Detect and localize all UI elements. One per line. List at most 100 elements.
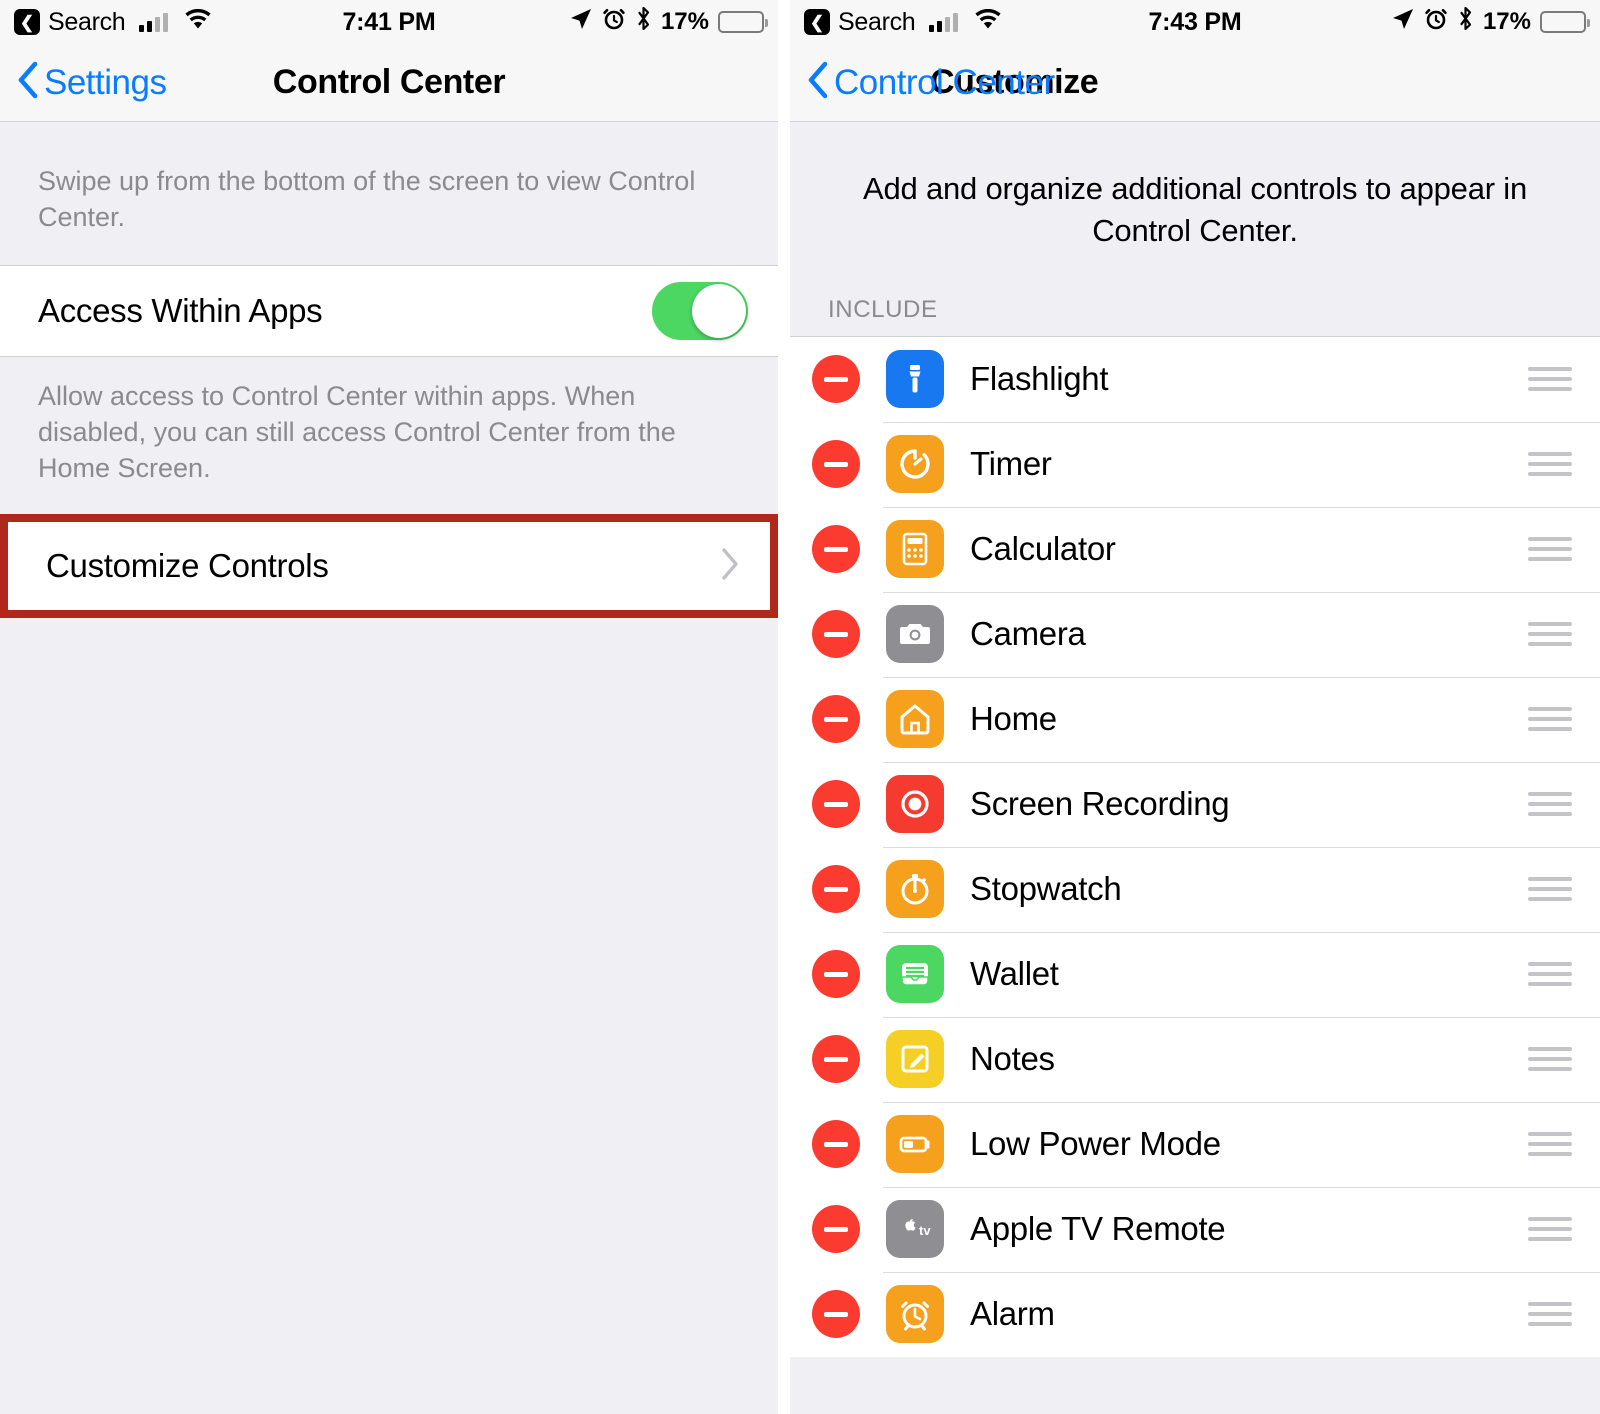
chevron-left-icon <box>806 61 828 104</box>
flashlight-icon <box>886 350 944 409</box>
battery-percent-label: 17% <box>1482 8 1531 35</box>
list-item-label: Camera <box>970 615 1086 653</box>
list-item-label: Alarm <box>970 1295 1055 1333</box>
access-within-apps-toggle[interactable] <box>652 282 748 341</box>
minus-circle-icon[interactable] <box>812 355 860 404</box>
minus-circle-icon[interactable] <box>812 1290 860 1339</box>
drag-handle-icon[interactable] <box>1528 707 1572 732</box>
customize-controls-highlight: Customize Controls <box>0 514 778 619</box>
back-chip-icon: ❮ <box>14 9 40 35</box>
cellular-signal-icon <box>929 12 959 32</box>
left-phone-screen: ❮ Search 7:41 PM 17% Settings Control Ce… <box>0 0 778 1414</box>
list-item[interactable]: tv Apple TV Remote <box>790 1186 1600 1272</box>
list-item-label: Calculator <box>970 530 1116 568</box>
drag-handle-icon[interactable] <box>1528 622 1572 647</box>
status-back-to-app[interactable]: ❮ Search <box>804 8 1002 37</box>
include-controls-list: Flashlight Timer Calculator Camera Home Scree… <box>790 335 1600 1357</box>
two-screenshot-comparison: ❮ Search 7:41 PM 17% Settings Control Ce… <box>0 0 1600 1414</box>
bluetooth-icon <box>635 6 652 38</box>
list-item-label: Timer <box>970 445 1052 483</box>
minus-circle-icon[interactable] <box>812 950 860 999</box>
drag-handle-icon[interactable] <box>1528 792 1572 817</box>
alarm-icon <box>886 1285 944 1344</box>
chevron-left-icon <box>16 61 38 104</box>
nav-back-settings[interactable]: Settings <box>16 61 167 104</box>
left-nav-bar: Settings Control Center <box>0 44 778 122</box>
minus-circle-icon[interactable] <box>812 695 860 744</box>
list-item-label: Screen Recording <box>970 785 1230 823</box>
low-power-mode-icon <box>886 1115 944 1174</box>
home-icon <box>886 690 944 749</box>
drag-handle-icon[interactable] <box>1528 367 1572 392</box>
customize-controls-label: Customize Controls <box>46 547 329 585</box>
minus-circle-icon[interactable] <box>812 780 860 829</box>
list-item[interactable]: Alarm <box>790 1271 1600 1357</box>
minus-circle-icon[interactable] <box>812 440 860 489</box>
apple-tv-remote-icon: tv <box>886 1200 944 1259</box>
list-item[interactable]: Camera <box>790 591 1600 677</box>
status-back-to-app[interactable]: ❮ Search <box>14 8 212 37</box>
list-item[interactable]: Wallet <box>790 931 1600 1017</box>
location-arrow-icon <box>1391 7 1415 38</box>
drag-handle-icon[interactable] <box>1528 877 1572 902</box>
right-nav-bar: Control Center Customize <box>790 44 1600 122</box>
svg-text:tv: tv <box>919 1223 931 1238</box>
location-arrow-icon <box>569 7 593 38</box>
back-chip-icon: ❮ <box>804 9 830 35</box>
battery-icon <box>1540 11 1590 33</box>
nav-back-label: Control Center <box>834 62 1055 102</box>
list-item[interactable]: Calculator <box>790 506 1600 592</box>
camera-icon <box>886 605 944 664</box>
list-item-label: Wallet <box>970 955 1059 993</box>
list-item[interactable]: Screen Recording <box>790 761 1600 847</box>
minus-circle-icon[interactable] <box>812 1035 860 1084</box>
right-status-bar: ❮ Search 7:43 PM 17% <box>790 0 1600 44</box>
drag-handle-icon[interactable] <box>1528 1217 1572 1242</box>
timer-icon <box>886 435 944 494</box>
wallet-icon <box>886 945 944 1004</box>
drag-handle-icon[interactable] <box>1528 962 1572 987</box>
notes-icon <box>886 1030 944 1089</box>
drag-handle-icon[interactable] <box>1528 537 1572 562</box>
bluetooth-icon <box>1457 6 1474 38</box>
access-within-apps-footnote: Allow access to Control Center within ap… <box>38 381 676 483</box>
minus-circle-icon[interactable] <box>812 865 860 914</box>
list-item[interactable]: Timer <box>790 421 1600 507</box>
panel-divider <box>778 0 790 1414</box>
control-center-help-text: Swipe up from the bottom of the screen t… <box>38 166 696 232</box>
list-item-label: Flashlight <box>970 360 1109 398</box>
access-within-apps-label: Access Within Apps <box>38 292 323 330</box>
access-within-apps-row[interactable]: Access Within Apps <box>0 265 778 358</box>
drag-handle-icon[interactable] <box>1528 1302 1572 1327</box>
cellular-signal-icon <box>139 12 169 32</box>
drag-handle-icon[interactable] <box>1528 1047 1572 1072</box>
screen-recording-icon <box>886 775 944 834</box>
include-section-header: INCLUDE <box>828 295 938 323</box>
list-item[interactable]: Home <box>790 676 1600 762</box>
stopwatch-icon <box>886 860 944 919</box>
toggle-knob <box>692 284 746 339</box>
chevron-right-icon <box>720 547 740 586</box>
minus-circle-icon[interactable] <box>812 525 860 574</box>
minus-circle-icon[interactable] <box>812 610 860 659</box>
list-item-label: Notes <box>970 1040 1055 1078</box>
customize-controls-row[interactable]: Customize Controls <box>8 522 770 611</box>
right-phone-screen: ❮ Search 7:43 PM 17% Control Center Cust… <box>790 0 1600 1414</box>
drag-handle-icon[interactable] <box>1528 452 1572 477</box>
minus-circle-icon[interactable] <box>812 1205 860 1254</box>
drag-handle-icon[interactable] <box>1528 1132 1572 1157</box>
wifi-icon <box>184 8 212 37</box>
nav-back-control-center[interactable]: Control Center <box>806 61 1055 104</box>
list-item[interactable]: Notes <box>790 1016 1600 1102</box>
list-item[interactable]: Flashlight <box>790 336 1600 422</box>
minus-circle-icon[interactable] <box>812 1120 860 1169</box>
list-item[interactable]: Low Power Mode <box>790 1101 1600 1187</box>
wifi-icon <box>974 8 1002 37</box>
list-item-label: Stopwatch <box>970 870 1122 908</box>
status-back-label: Search <box>838 7 916 36</box>
list-item[interactable]: Stopwatch <box>790 846 1600 932</box>
list-item-label: Apple TV Remote <box>970 1210 1226 1248</box>
alarm-clock-icon <box>602 7 626 38</box>
nav-back-label: Settings <box>44 62 167 102</box>
calculator-icon <box>886 520 944 579</box>
